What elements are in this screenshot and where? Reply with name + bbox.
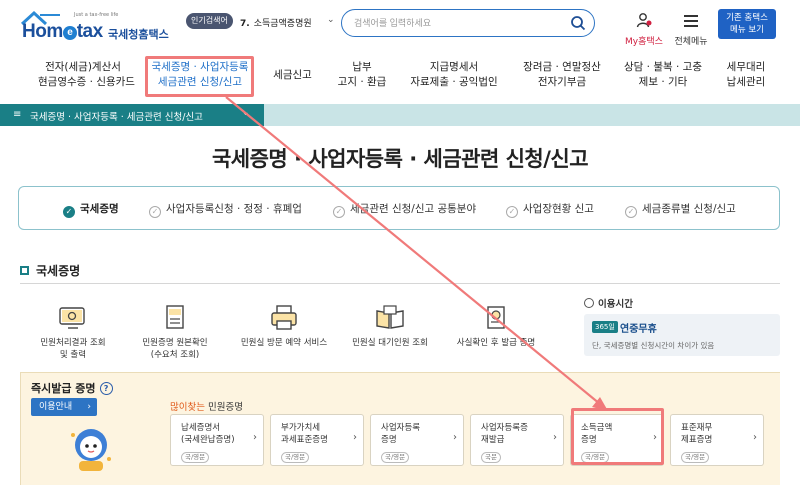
annotation-arrow [225,96,608,411]
hometax-page: { "header": { "logo_tag": "Just a tax-fr… [0,0,800,485]
